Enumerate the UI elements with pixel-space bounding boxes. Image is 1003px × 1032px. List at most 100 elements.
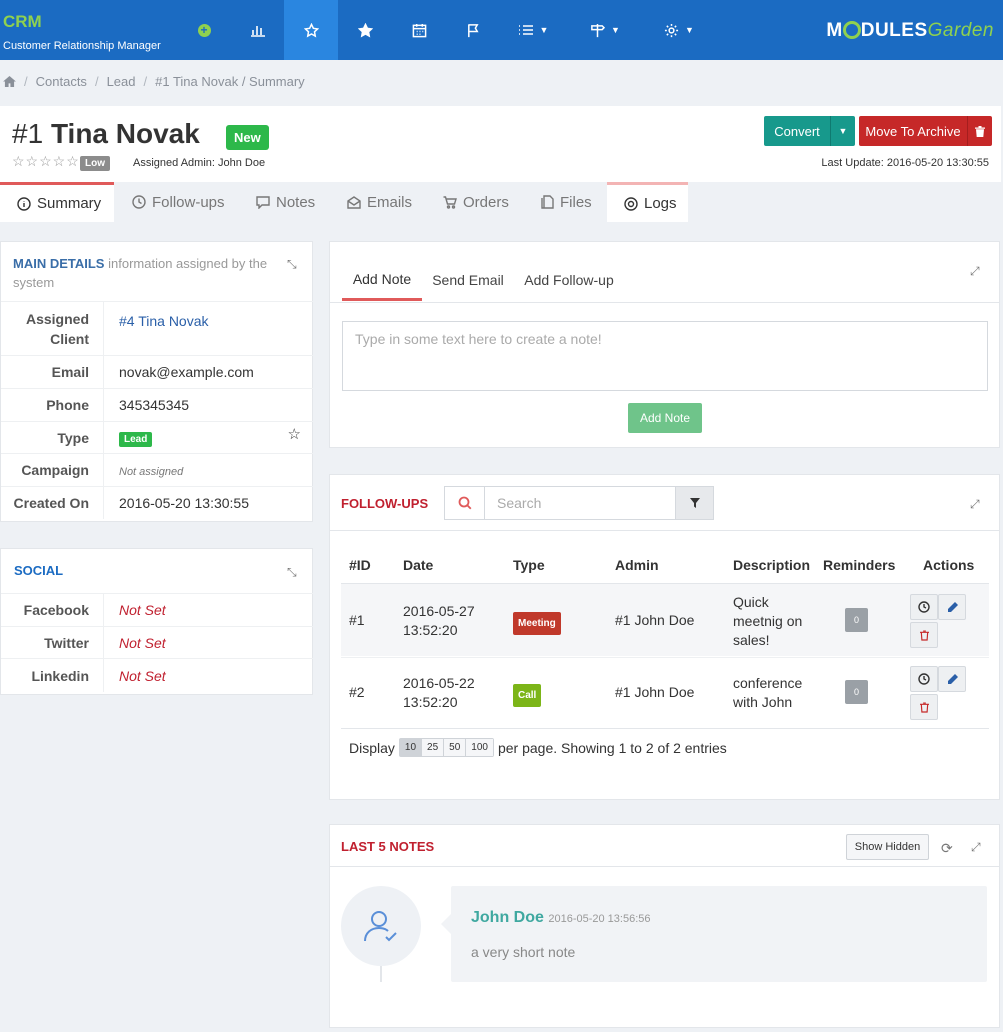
reminder-button[interactable] bbox=[910, 594, 938, 620]
move-to-archive-button[interactable]: Move To Archive bbox=[859, 116, 967, 146]
column-header[interactable]: Type bbox=[513, 557, 545, 573]
nav-settings[interactable]: ▼ bbox=[652, 0, 706, 60]
nav-calendar[interactable] bbox=[392, 0, 446, 60]
display-label: Display bbox=[349, 739, 395, 756]
pencil-icon bbox=[947, 673, 958, 684]
tab-summary[interactable]: Summary bbox=[0, 182, 114, 222]
type-badge: Call bbox=[513, 684, 542, 707]
breadcrumb-lead[interactable]: Lead bbox=[107, 74, 136, 89]
convert-dropdown-button[interactable]: ▼ bbox=[830, 116, 855, 146]
brand-title[interactable]: CRM bbox=[3, 12, 42, 32]
search-icon[interactable] bbox=[445, 487, 485, 519]
plus-circle-icon: + bbox=[197, 23, 211, 37]
show-hidden-button[interactable]: Show Hidden bbox=[846, 834, 929, 860]
convert-button[interactable]: Convert bbox=[764, 116, 830, 146]
search-input[interactable]: Search bbox=[485, 487, 675, 519]
detail-row: Email novak@example.com bbox=[1, 355, 313, 388]
nav-add[interactable]: + bbox=[186, 0, 222, 60]
facebook-value: Not Set bbox=[119, 602, 166, 618]
filter-icon bbox=[689, 498, 700, 508]
tab-add-follow-up[interactable]: Add Follow-up bbox=[520, 259, 618, 301]
note-textarea[interactable]: Type in some text here to create a note! bbox=[342, 321, 988, 391]
compress-icon[interactable]: ⤡ bbox=[287, 257, 297, 272]
tab-files[interactable]: Files bbox=[541, 182, 601, 222]
campaign-value: Not assigned bbox=[119, 466, 184, 478]
modulesgarden-logo[interactable]: M DULESGarden bbox=[826, 20, 994, 42]
followup-date: 2016-05-27 13:52:20 bbox=[403, 603, 475, 638]
globe-icon bbox=[624, 196, 638, 211]
tab-send-email[interactable]: Send Email bbox=[428, 259, 508, 301]
admin-link[interactable]: #1 John Doe bbox=[615, 683, 694, 702]
followup-id: #2 bbox=[349, 684, 365, 700]
social-label: Facebook bbox=[1, 594, 104, 626]
type-badge: Meeting bbox=[513, 612, 561, 635]
refresh-icon[interactable]: ⟳ bbox=[941, 840, 953, 857]
tab-emails[interactable]: Emails bbox=[347, 182, 427, 222]
follow-ups-search: Search bbox=[444, 486, 714, 520]
reminders-count[interactable]: 0 bbox=[845, 608, 868, 632]
delete-followup-button[interactable] bbox=[910, 622, 938, 648]
calendar-icon bbox=[412, 23, 426, 37]
note-item bbox=[451, 886, 987, 982]
column-header[interactable]: Admin bbox=[615, 557, 659, 573]
star-icon bbox=[357, 22, 373, 37]
nav-campaigns[interactable]: ▼ bbox=[578, 0, 632, 60]
nav-lists[interactable]: ▼ bbox=[500, 0, 566, 60]
edit-button[interactable] bbox=[938, 594, 966, 620]
top-navbar: CRM Customer Relationship Manager + ▼ ▼ … bbox=[0, 0, 1003, 60]
breadcrumb-contacts[interactable]: Contacts bbox=[36, 74, 87, 89]
cart-icon bbox=[443, 195, 457, 209]
tab-follow-ups[interactable]: Follow-ups bbox=[132, 182, 242, 222]
column-header[interactable]: Date bbox=[403, 557, 433, 573]
expand-icon[interactable]: ⤢ bbox=[970, 497, 980, 512]
chevron-down-icon: ▼ bbox=[838, 126, 848, 136]
pencil-icon bbox=[947, 601, 958, 612]
social-row: Facebook Not Set bbox=[1, 593, 313, 626]
tab-orders[interactable]: Orders bbox=[443, 182, 523, 222]
nav-favorites[interactable] bbox=[338, 0, 392, 60]
social-row: Twitter Not Set bbox=[1, 626, 313, 658]
expand-icon[interactable]: ⤢ bbox=[970, 264, 980, 279]
delete-followup-button[interactable] bbox=[910, 694, 938, 720]
compress-icon[interactable]: ⤡ bbox=[287, 565, 297, 580]
star-outline-icon[interactable]: ☆ bbox=[288, 425, 301, 443]
nav-reports[interactable] bbox=[232, 0, 284, 60]
page-size-25[interactable]: 25 bbox=[422, 739, 445, 756]
tab-logs[interactable]: Logs bbox=[607, 182, 688, 222]
page-size-10[interactable]: 10 bbox=[399, 739, 423, 756]
expand-icon[interactable]: ⤢ bbox=[971, 840, 981, 855]
home-icon[interactable] bbox=[3, 76, 16, 87]
column-header[interactable]: #ID bbox=[349, 557, 371, 573]
edit-button[interactable] bbox=[938, 666, 966, 692]
admin-link[interactable]: #1 John Doe bbox=[615, 611, 694, 630]
reminders-count[interactable]: 0 bbox=[845, 680, 868, 704]
detail-label: Type bbox=[1, 422, 104, 453]
column-header[interactable]: Reminders bbox=[823, 557, 895, 573]
clock-icon bbox=[132, 195, 146, 209]
main-details-title: MAIN DETAILS information assigned by the… bbox=[13, 256, 268, 290]
nav-leads[interactable] bbox=[284, 0, 338, 60]
note-text: a very short note bbox=[471, 944, 576, 960]
chevron-down-icon: ▼ bbox=[685, 25, 694, 35]
rating-stars[interactable]: ☆☆☆☆☆ bbox=[12, 153, 80, 170]
bar-chart-icon bbox=[251, 26, 265, 37]
column-header[interactable]: Description bbox=[733, 557, 810, 573]
notes-title: LAST 5 NOTES bbox=[341, 839, 435, 854]
flag-icon bbox=[467, 23, 479, 37]
page-size-50[interactable]: 50 bbox=[444, 739, 467, 756]
detail-row: Created On 2016-05-20 13:30:55 bbox=[1, 486, 313, 519]
assigned-admin: Assigned Admin: John Doe bbox=[133, 157, 266, 169]
page-size-100[interactable]: 100 bbox=[466, 739, 493, 756]
nav-flags[interactable] bbox=[446, 0, 500, 60]
reminder-button[interactable] bbox=[910, 666, 938, 692]
filter-button[interactable] bbox=[675, 487, 713, 519]
envelope-icon bbox=[347, 195, 361, 209]
tab-notes[interactable]: Notes bbox=[256, 182, 336, 222]
delete-button[interactable] bbox=[967, 116, 992, 146]
social-title: SOCIAL bbox=[14, 563, 64, 578]
tab-add-note[interactable]: Add Note bbox=[342, 259, 422, 301]
detail-label: Assigned Client bbox=[1, 302, 104, 355]
assigned-client-link[interactable]: #4 Tina Novak bbox=[119, 313, 209, 329]
add-note-button[interactable]: Add Note bbox=[628, 403, 702, 433]
note-author: John Doe 2016-05-20 13:56:56 bbox=[471, 909, 651, 926]
